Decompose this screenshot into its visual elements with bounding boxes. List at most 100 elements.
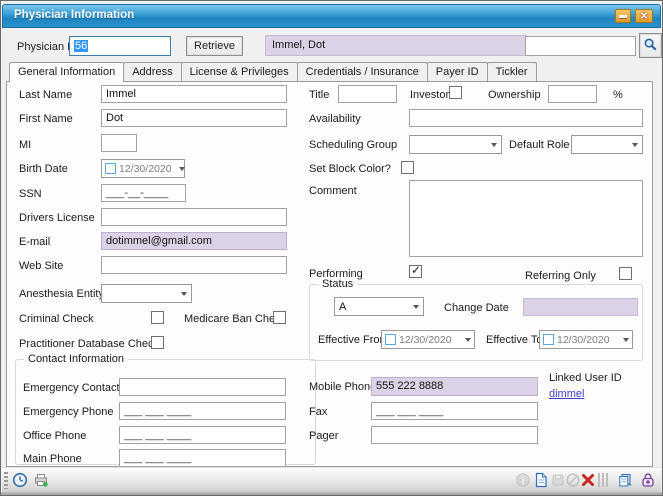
clock-icon[interactable] <box>12 472 28 488</box>
web-site-input[interactable] <box>101 256 287 274</box>
medicare-ban-check-label: Medicare Ban Check <box>184 313 286 325</box>
tab-payer-id[interactable]: Payer ID <box>427 62 488 81</box>
change-date-label: Change Date <box>444 302 509 314</box>
effective-from-checkbox[interactable] <box>385 334 396 345</box>
title-input[interactable] <box>338 85 397 103</box>
email-input[interactable]: dotimmel@gmail.com <box>101 232 287 250</box>
title-bar[interactable]: Physician Information ✕ <box>2 4 661 28</box>
medicare-ban-check-checkbox[interactable] <box>273 311 286 324</box>
tab-license-privileges[interactable]: License & Privileges <box>181 62 298 81</box>
birth-date-value: 12/30/2020 <box>119 163 172 175</box>
lookup-input[interactable] <box>525 36 636 56</box>
physician-name-display: Immel, Dot <box>265 35 527 56</box>
ownership-input[interactable] <box>548 85 597 103</box>
chevron-down-icon[interactable] <box>623 338 629 342</box>
tab-address[interactable]: Address <box>123 62 181 81</box>
emergency-phone-input[interactable]: ___ ___ ____ <box>119 402 286 420</box>
effective-to-checkbox[interactable] <box>543 334 554 345</box>
status-select[interactable]: A <box>334 297 424 316</box>
performing-label: Performing <box>309 268 363 280</box>
chevron-down-icon <box>491 143 497 147</box>
performing-checkbox[interactable] <box>409 265 422 278</box>
mi-input[interactable] <box>101 134 137 152</box>
fax-label: Fax <box>309 406 327 418</box>
tab-strip: General Information Address License & Pr… <box>6 62 653 81</box>
investor-label: Investor <box>410 89 449 101</box>
lock-plus-icon[interactable] <box>640 472 656 488</box>
ssn-label: SSN <box>19 188 42 200</box>
title-label: Title <box>309 89 329 101</box>
close-icon: ✕ <box>640 11 648 22</box>
window-bottom-edge <box>1 492 662 496</box>
status-bar: i <box>2 467 661 492</box>
chevron-down-icon[interactable] <box>179 167 185 171</box>
close-button[interactable]: ✕ <box>635 9 653 23</box>
search-icon <box>643 37 658 55</box>
effective-from-value: 12/30/2020 <box>399 334 458 346</box>
physician-information-window: Physician Information ✕ Physician ID 56 … <box>0 0 663 496</box>
effective-from-picker[interactable]: 12/30/2020 <box>381 330 475 349</box>
practitioner-database-check-checkbox[interactable] <box>151 336 164 349</box>
mobile-phone-label: Mobile Phone <box>309 381 376 393</box>
office-phone-input[interactable]: ___ ___ ____ <box>119 426 286 444</box>
delete-icon[interactable] <box>580 472 596 488</box>
effective-to-value: 12/30/2020 <box>557 334 616 346</box>
emergency-contact-input[interactable] <box>119 378 286 396</box>
investor-checkbox[interactable] <box>449 86 462 99</box>
linked-user-id-label: Linked User ID <box>549 372 622 384</box>
pager-input[interactable] <box>371 426 538 444</box>
effective-to-picker[interactable]: 12/30/2020 <box>539 330 633 349</box>
last-name-input[interactable]: Immel <box>101 85 287 103</box>
linked-user-id-link[interactable]: dimmel <box>549 388 584 400</box>
scheduling-group-select[interactable] <box>409 135 502 154</box>
set-block-color-label: Set Block Color? <box>309 163 391 175</box>
chevron-down-icon[interactable] <box>465 338 471 342</box>
anesthesia-entity-select[interactable] <box>101 284 192 303</box>
last-name-label: Last Name <box>19 89 72 101</box>
tab-general-information[interactable]: General Information <box>9 62 124 82</box>
practitioner-database-check-label: Practitioner Database Check <box>19 338 159 350</box>
effective-from-label: Effective From <box>318 334 389 346</box>
pager-label: Pager <box>309 430 338 442</box>
audit-log-icon[interactable] <box>617 472 633 488</box>
criminal-check-label: Criminal Check <box>19 313 94 325</box>
info-icon: i <box>515 472 531 488</box>
chevron-down-icon <box>181 292 187 296</box>
print-icon[interactable] <box>33 472 49 488</box>
default-role-select[interactable] <box>571 135 643 154</box>
emergency-phone-label: Emergency Phone <box>23 406 114 418</box>
svg-text:i: i <box>522 476 525 487</box>
chevron-down-icon <box>413 305 419 309</box>
birth-date-picker[interactable]: 12/30/2020 <box>101 159 185 178</box>
referring-only-checkbox[interactable] <box>619 267 632 280</box>
effective-to-label: Effective To <box>486 334 542 346</box>
main-phone-input[interactable]: ___ ___ ____ <box>119 449 286 467</box>
toolbar-grip <box>4 472 8 489</box>
retrieve-button[interactable]: Retrieve <box>186 36 243 56</box>
lookup-search-button[interactable] <box>639 33 662 58</box>
anesthesia-entity-label: Anesthesia Entity <box>19 288 104 300</box>
minimize-button[interactable] <box>615 9 631 23</box>
comment-textarea[interactable] <box>409 180 643 257</box>
first-name-label: First Name <box>19 113 73 125</box>
cancel-icon <box>565 472 581 488</box>
drivers-license-input[interactable] <box>101 208 287 226</box>
change-date-display <box>523 298 638 316</box>
set-block-color-checkbox[interactable] <box>401 161 414 174</box>
tab-credentials-insurance[interactable]: Credentials / Insurance <box>297 62 428 81</box>
new-note-icon[interactable] <box>533 472 549 488</box>
first-name-input[interactable]: Dot <box>101 109 287 127</box>
fax-input[interactable]: ___ ___ ____ <box>371 402 538 420</box>
criminal-check-checkbox[interactable] <box>151 311 164 324</box>
mobile-phone-input[interactable]: 555 222 8888 <box>371 377 538 396</box>
email-label: E-mail <box>19 236 50 248</box>
window-title: Physician Information <box>14 9 134 21</box>
ssn-input[interactable]: ___-__-____ <box>101 184 186 202</box>
physician-id-value: 56 <box>74 40 88 52</box>
availability-input[interactable] <box>409 109 643 127</box>
tab-tickler[interactable]: Tickler <box>487 62 537 81</box>
birth-date-checkbox[interactable] <box>105 163 116 174</box>
toolbar-separator-grip <box>598 473 610 487</box>
physician-id-input[interactable]: 56 <box>69 36 171 56</box>
scheduling-group-label: Scheduling Group <box>309 139 397 151</box>
